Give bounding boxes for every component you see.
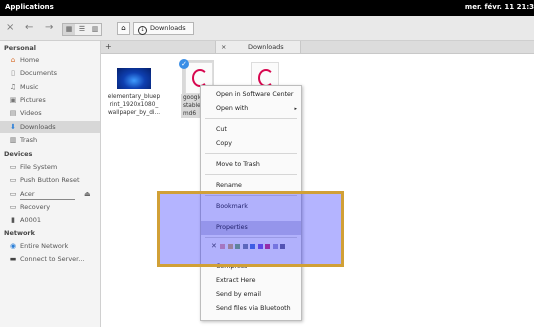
connect-to-server-icon: ▬: [9, 255, 17, 264]
menu-separator: [205, 118, 297, 119]
column-view-icon[interactable]: ▥: [89, 24, 101, 35]
eject-icon[interactable]: ⏏: [84, 188, 91, 200]
personal-section-title: Personal: [4, 44, 36, 52]
menu-item-move-to-trash[interactable]: Move to Trash: [201, 158, 301, 172]
sidebar-item-trash[interactable]: ▥ Trash: [0, 134, 100, 146]
sidebar-item-music[interactable]: ♫ Music: [0, 81, 100, 93]
sidebar-item-label: Downloads: [20, 122, 56, 131]
menu-item-label: Move to Trash: [216, 161, 260, 168]
sidebar-item-label: Home: [20, 56, 40, 64]
devices-section-title: Devices: [4, 150, 33, 158]
selection-check-icon[interactable]: ✓: [179, 59, 189, 69]
acer-icon: ▭: [9, 189, 17, 198]
sidebar-item-label: Entire Network: [20, 242, 69, 250]
view-mode-switcher: ▦ ☰ ▥: [62, 23, 102, 36]
sidebar-item-recovery[interactable]: ▭ Recovery: [0, 201, 100, 213]
sidebar-item-label: Trash: [20, 135, 38, 144]
music-icon: ♫: [9, 82, 17, 91]
menu-item-label: Extract Here: [216, 277, 256, 284]
sidebar-item-pictures[interactable]: ▣ Pictures: [0, 94, 100, 106]
breadcrumb-label: Downloads: [150, 24, 186, 32]
sidebar-item-push-button-reset[interactable]: ▭ Push Button Reset: [0, 174, 100, 186]
sidebar-item-label: Push Button Reset: [20, 176, 80, 185]
videos-icon: ▤: [9, 109, 17, 118]
highlight-overlay: [157, 191, 344, 267]
menu-item-label: Cut: [216, 126, 227, 133]
menu-item-label: Copy: [216, 140, 232, 147]
sidebar-item-label: Connect to Server...: [20, 255, 85, 264]
back-arrow-icon[interactable]: ←: [25, 22, 33, 33]
breadcrumb[interactable]: ↓ Downloads: [133, 22, 194, 35]
file-name-line: elementary_bluep: [107, 94, 161, 100]
sidebar-item-entire-network[interactable]: ◉ Entire Network: [0, 240, 100, 252]
home-crumb-icon[interactable]: ⌂: [117, 22, 130, 35]
sidebar-item-a0001[interactable]: ▮ A0001: [0, 214, 100, 226]
sidebar-item-label: File System: [20, 163, 58, 171]
tab-downloads[interactable]: × Downloads: [215, 41, 301, 53]
sidebar-item-documents[interactable]: ▯ Documents: [0, 67, 100, 79]
list-view-icon[interactable]: ☰: [76, 24, 88, 35]
sidebar-item-label: Documents: [20, 69, 58, 78]
home-icon: ⌂: [10, 56, 16, 64]
menu-item-copy[interactable]: Copy: [201, 137, 301, 151]
menu-item-label: Send by email: [216, 291, 261, 298]
file-item[interactable]: elementary_bluep rint_1920x1080_ wallpaper…: [107, 66, 161, 117]
pictures-icon: ▣: [9, 95, 17, 104]
applications-menu[interactable]: Applications: [5, 3, 54, 11]
disk-usage-bar: [20, 198, 75, 201]
close-tab-icon[interactable]: ×: [221, 41, 226, 53]
submenu-arrow-icon: ▸: [294, 106, 297, 112]
download-icon: ↓: [138, 26, 147, 35]
file-name-line: wallpaper_by_di...: [107, 110, 161, 116]
menu-item-send-by-email[interactable]: Send by email: [201, 288, 301, 302]
new-tab-button[interactable]: +: [105, 41, 112, 53]
menu-item-cut[interactable]: Cut: [201, 123, 301, 137]
sidebar-item-file-system[interactable]: ▭ File System: [0, 161, 100, 173]
icon-view-icon[interactable]: ▦: [63, 24, 75, 35]
entire-network-icon: ◉: [9, 242, 17, 250]
menu-item-open-in-software-center[interactable]: Open in Software Center: [201, 88, 301, 102]
menu-item-label: Open in Software Center: [216, 91, 294, 98]
sidebar-item-label: Videos: [20, 109, 42, 118]
network-section-title: Network: [4, 229, 35, 237]
file-name-line: rint_1920x1080_: [109, 102, 159, 108]
menu-item-open-with[interactable]: Open with ▸: [201, 102, 301, 116]
menu-item-extract-here[interactable]: Extract Here: [201, 274, 301, 288]
recovery-icon: ▭: [9, 202, 17, 211]
sidebar-item-label: A0001: [20, 216, 41, 225]
sidebar-item-home[interactable]: ⌂ Home: [0, 54, 100, 66]
file-system-icon: ▭: [9, 163, 17, 171]
sidebar-item-downloads[interactable]: ⬇ Downloads: [0, 120, 100, 133]
sidebar-item-acer[interactable]: ▭ Acer ⏏: [0, 188, 100, 201]
sidebar-item-label: Pictures: [20, 95, 46, 104]
forward-arrow-icon[interactable]: →: [45, 22, 53, 33]
trash-icon: ▥: [9, 135, 17, 144]
menu-item-label: Send files via Bluetooth: [216, 305, 291, 312]
sidebar-item-label: Recovery: [20, 202, 51, 211]
sidebar-item-connect-to-server[interactable]: ▬ Connect to Server...: [0, 253, 100, 265]
push-button-reset-icon: ▭: [9, 176, 17, 185]
top-panel: Applications mer. févr. 11 21:3: [0, 0, 534, 16]
sidebar-item-label: Music: [20, 82, 39, 91]
menu-separator: [205, 153, 297, 154]
tab-label: Downloads: [248, 43, 284, 51]
toolbar: × ← → ▦ ☰ ▥ ⌂ ↓ Downloads: [0, 16, 534, 41]
downloads-icon: ⬇: [10, 122, 16, 131]
sidebar-item-videos[interactable]: ▤ Videos: [0, 107, 100, 119]
close-window-icon[interactable]: ×: [6, 22, 14, 33]
menu-item-send-files-via-bluetooth[interactable]: Send files via Bluetooth: [201, 302, 301, 316]
menu-item-label: Open with: [216, 105, 249, 112]
file-name: elementary_bluep rint_1920x1080_ wallpaper…: [107, 93, 161, 117]
clock[interactable]: mer. févr. 11 21:3: [465, 3, 534, 11]
wallpaper-thumbnail: [117, 68, 151, 89]
menu-separator: [205, 174, 297, 175]
sidebar: Personal ⌂ Home ▯ Documents ♫ Music ▣ Pictures ▤…: [0, 41, 101, 327]
documents-icon: ▯: [11, 69, 15, 78]
a0001-icon: ▮: [11, 216, 15, 225]
tab-bar: + × Downloads: [101, 41, 534, 54]
